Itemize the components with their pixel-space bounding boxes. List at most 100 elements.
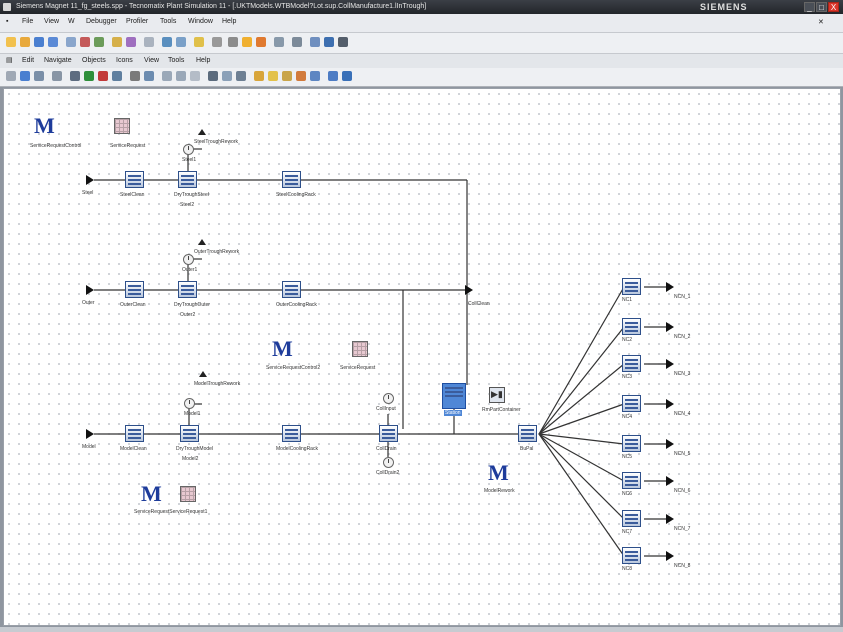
menu-help[interactable]: Help bbox=[222, 18, 236, 25]
station-dry-trough-outer[interactable] bbox=[178, 281, 197, 298]
coll-clean-connector[interactable] bbox=[465, 285, 473, 295]
frame-menu-edit[interactable]: Edit bbox=[22, 57, 34, 64]
drain-coll-input[interactable] bbox=[383, 393, 394, 404]
sink-ncn1[interactable] bbox=[666, 282, 674, 292]
camera-icon[interactable] bbox=[338, 37, 348, 47]
sink-ncn5[interactable] bbox=[666, 439, 674, 449]
sink-ncn6[interactable] bbox=[666, 476, 674, 486]
frame-menu-help[interactable]: Help bbox=[196, 57, 210, 64]
start-icon[interactable] bbox=[84, 71, 94, 81]
rework-outer-icon[interactable] bbox=[198, 239, 206, 245]
station-outer-clean[interactable] bbox=[125, 281, 144, 298]
menu-w[interactable]: W bbox=[68, 18, 75, 25]
station-coll-drain[interactable] bbox=[379, 425, 398, 442]
station-model-cooling[interactable] bbox=[282, 425, 301, 442]
new-icon[interactable] bbox=[6, 37, 16, 47]
frame-save-icon[interactable] bbox=[20, 71, 30, 81]
settings-icon[interactable] bbox=[292, 37, 302, 47]
method-icon-2[interactable]: M bbox=[272, 338, 293, 360]
model-icon[interactable] bbox=[112, 37, 122, 47]
class-icon[interactable] bbox=[80, 37, 90, 47]
station-nc7[interactable] bbox=[622, 510, 641, 527]
sink-ncn2[interactable] bbox=[666, 322, 674, 332]
layer-icon[interactable] bbox=[310, 71, 320, 81]
menu-file[interactable]: File bbox=[22, 18, 33, 25]
drain-steel1[interactable] bbox=[183, 144, 194, 155]
station-nc8[interactable] bbox=[622, 547, 641, 564]
comment-icon[interactable] bbox=[268, 71, 278, 81]
menu-tools[interactable]: Tools bbox=[160, 18, 176, 25]
rework-model-icon[interactable] bbox=[199, 371, 207, 377]
menu-view[interactable]: View bbox=[44, 18, 59, 25]
zoom-out-icon[interactable] bbox=[176, 71, 186, 81]
station-model-clean[interactable] bbox=[125, 425, 144, 442]
library-icon[interactable] bbox=[66, 37, 76, 47]
station-nc2[interactable] bbox=[622, 318, 641, 335]
table-icon[interactable] bbox=[114, 118, 130, 134]
align-icon[interactable] bbox=[222, 71, 232, 81]
highlight-icon[interactable] bbox=[242, 37, 252, 47]
sink-ncn7[interactable] bbox=[666, 514, 674, 524]
station-steel-clean[interactable] bbox=[125, 171, 144, 188]
animation-icon[interactable] bbox=[328, 71, 338, 81]
station-dry-trough-steel[interactable] bbox=[178, 171, 197, 188]
menubar-close-icon[interactable]: ✕ bbox=[818, 18, 824, 26]
menu-window[interactable]: Window bbox=[188, 18, 213, 25]
sink-ncn4[interactable] bbox=[666, 399, 674, 409]
station-nc4[interactable] bbox=[622, 395, 641, 412]
delete-icon[interactable] bbox=[212, 37, 222, 47]
source-model[interactable] bbox=[86, 429, 94, 439]
open-icon[interactable] bbox=[20, 37, 30, 47]
drain-coll-drain2[interactable] bbox=[383, 457, 394, 468]
rework-steel-icon[interactable] bbox=[198, 129, 206, 135]
table-icon-2[interactable] bbox=[352, 341, 368, 357]
station-dry-trough-model[interactable] bbox=[180, 425, 199, 442]
frame-open-icon[interactable] bbox=[52, 71, 62, 81]
grid-icon[interactable] bbox=[208, 71, 218, 81]
frame-menu-objects[interactable]: Objects bbox=[82, 57, 106, 64]
frame-menu-navigate[interactable]: Navigate bbox=[44, 57, 72, 64]
menu-profiler[interactable]: Profiler bbox=[126, 18, 148, 25]
method-icon-4[interactable]: M bbox=[488, 462, 509, 484]
selected-station[interactable] bbox=[442, 383, 466, 409]
step-icon[interactable] bbox=[112, 71, 122, 81]
pack-icon[interactable] bbox=[489, 387, 505, 403]
print-icon[interactable] bbox=[144, 37, 154, 47]
maximize-button[interactable]: □ bbox=[816, 2, 827, 12]
toolbox-icon[interactable] bbox=[94, 37, 104, 47]
station-nc3[interactable] bbox=[622, 355, 641, 372]
frame-menu-tools[interactable]: Tools bbox=[168, 57, 184, 64]
station-steel-cooling[interactable] bbox=[282, 171, 301, 188]
sticky-icon[interactable] bbox=[256, 37, 266, 47]
station-nc1[interactable] bbox=[622, 278, 641, 295]
table-icon-3[interactable] bbox=[180, 486, 196, 502]
layout-icon[interactable] bbox=[324, 37, 334, 47]
connector-icon[interactable] bbox=[144, 71, 154, 81]
station-nc5[interactable] bbox=[622, 435, 641, 452]
frame-new-icon[interactable] bbox=[6, 71, 16, 81]
close-button[interactable]: X bbox=[828, 2, 839, 12]
stop-icon[interactable] bbox=[98, 71, 108, 81]
pointer-icon[interactable] bbox=[130, 71, 140, 81]
cut-icon[interactable] bbox=[162, 37, 172, 47]
save-icon[interactable] bbox=[34, 37, 44, 47]
zoom-in-icon[interactable] bbox=[162, 71, 172, 81]
debug-icon[interactable] bbox=[126, 37, 136, 47]
folder-icon[interactable] bbox=[254, 71, 264, 81]
text-icon[interactable] bbox=[282, 71, 292, 81]
frame-menu-view[interactable]: View bbox=[144, 57, 159, 64]
undo-icon[interactable] bbox=[228, 37, 238, 47]
edit-icon[interactable] bbox=[236, 71, 246, 81]
frame-menu-icons[interactable]: Icons bbox=[116, 57, 133, 64]
menu-debugger[interactable]: Debugger bbox=[86, 18, 117, 25]
drain-model1[interactable] bbox=[184, 398, 195, 409]
menu-icon[interactable]: ▪ bbox=[6, 18, 8, 25]
minimize-button[interactable]: _ bbox=[804, 2, 815, 12]
method-icon[interactable]: M bbox=[34, 115, 55, 137]
drain-outer1[interactable] bbox=[183, 254, 194, 265]
source-steel[interactable] bbox=[86, 175, 94, 185]
fit-icon[interactable] bbox=[190, 71, 200, 81]
paste-icon[interactable] bbox=[194, 37, 204, 47]
station-nc6[interactable] bbox=[622, 472, 641, 489]
station-outer-cooling[interactable] bbox=[282, 281, 301, 298]
